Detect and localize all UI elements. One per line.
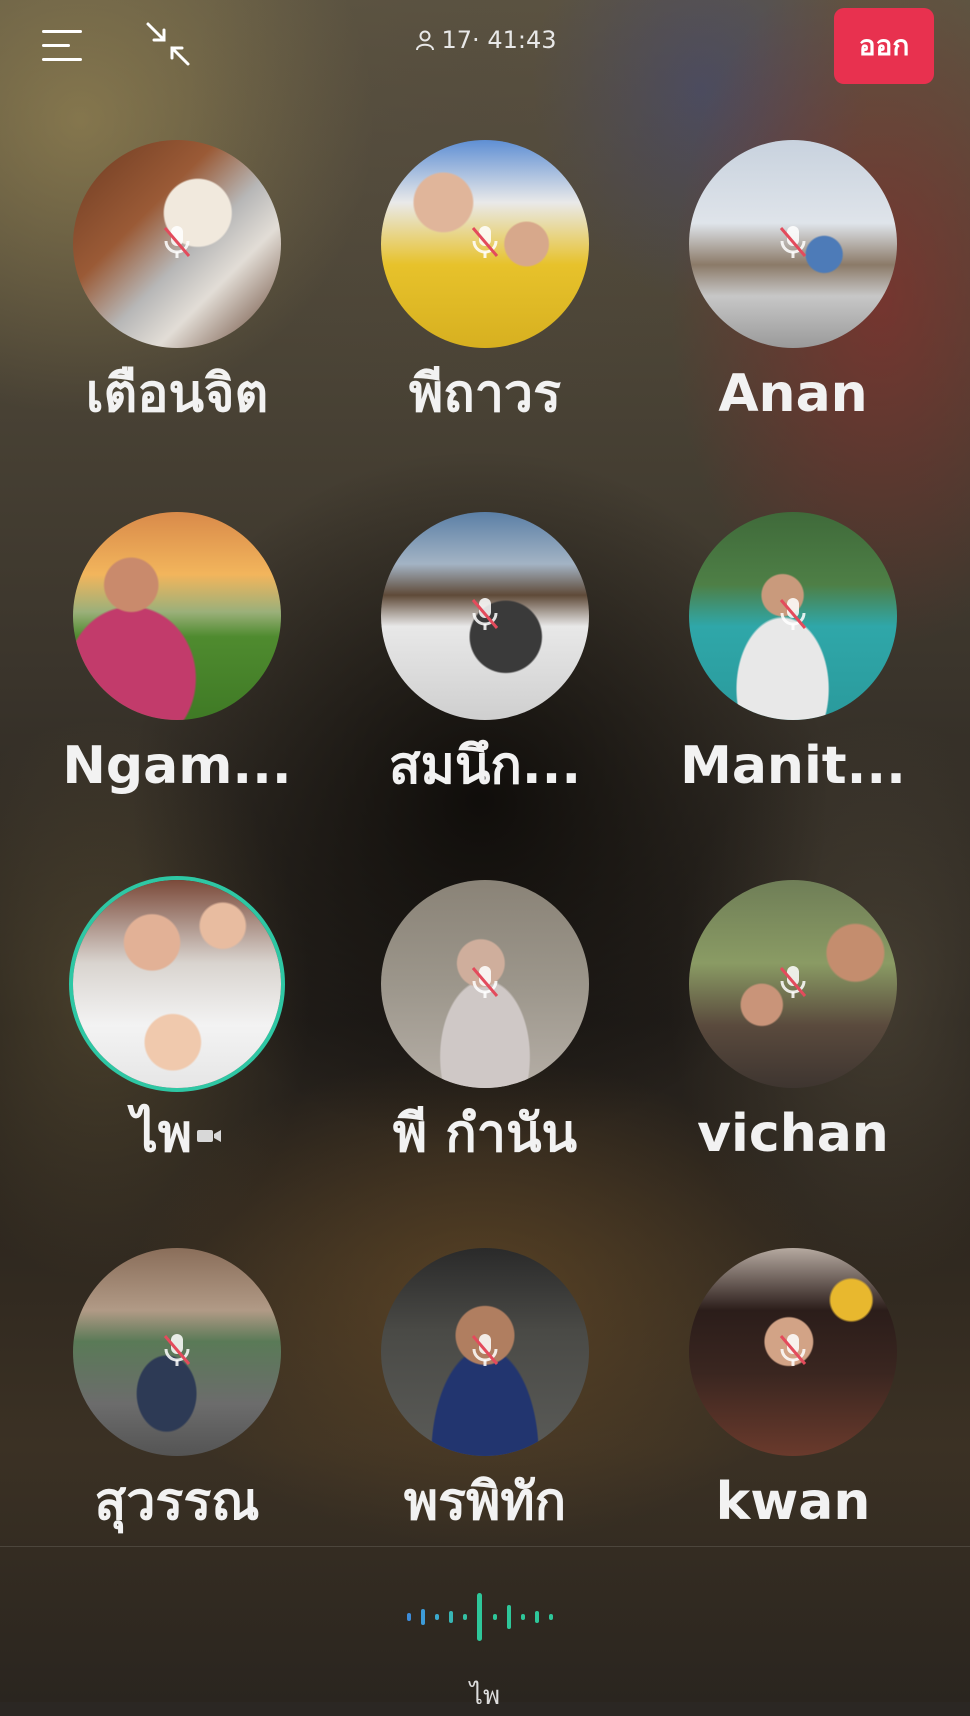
mic-off-icon	[471, 1334, 499, 1366]
audio-wave-icon[interactable]	[405, 1587, 565, 1647]
avatar-speaking	[73, 880, 281, 1088]
participant-name: vichan	[697, 1104, 889, 1164]
avatar	[689, 880, 897, 1088]
participant-tile[interactable]: พีถาวร	[335, 140, 635, 426]
mic-off-icon	[163, 226, 191, 258]
participant-tile[interactable]: vichan	[643, 880, 943, 1166]
participant-name: สุวรรณ	[94, 1472, 260, 1532]
participant-tile[interactable]: สมนึก...	[335, 512, 635, 798]
mic-off-icon	[471, 598, 499, 630]
avatar	[689, 140, 897, 348]
avatar	[381, 140, 589, 348]
participant-name: พรพิทัก	[403, 1472, 567, 1532]
room-status: 17· 41:43	[0, 26, 970, 54]
mic-off-icon	[163, 1334, 191, 1366]
mic-off-icon	[779, 1334, 807, 1366]
participant-tile[interactable]: ไพ	[27, 880, 327, 1166]
avatar	[381, 1248, 589, 1456]
current-speaker-label: ไพ	[469, 1681, 501, 1711]
mic-off-icon	[779, 966, 807, 998]
participant-name: kwan	[715, 1472, 871, 1532]
participant-tile[interactable]: พรพิทัก	[335, 1248, 635, 1534]
avatar	[73, 1248, 281, 1456]
avatar	[381, 880, 589, 1088]
participant-name: Manit...	[680, 736, 906, 796]
participant-tile[interactable]: สุวรรณ	[27, 1248, 327, 1534]
participant-tile[interactable]: Anan	[643, 140, 943, 426]
mic-off-icon	[779, 598, 807, 630]
participant-tile[interactable]: kwan	[643, 1248, 943, 1534]
participant-name: ไพ	[27, 1102, 327, 1166]
participant-tile[interactable]: เตือนจิต	[27, 140, 327, 426]
participant-name: Anan	[718, 364, 868, 424]
participant-name: สมนึก...	[388, 736, 582, 796]
mic-off-icon	[779, 226, 807, 258]
avatar	[73, 512, 281, 720]
avatar	[381, 512, 589, 720]
leave-button[interactable]: ออก	[834, 8, 934, 84]
avatar	[689, 1248, 897, 1456]
mic-off-icon	[471, 966, 499, 998]
participant-tile[interactable]: Manit...	[643, 512, 943, 798]
participant-name: พี กำนัน	[392, 1104, 578, 1164]
mic-off-icon	[471, 226, 499, 258]
call-timer: 41:43	[487, 26, 557, 54]
participant-name: เตือนจิต	[85, 364, 269, 424]
avatar	[689, 512, 897, 720]
listener-count: 17	[441, 26, 473, 54]
video-camera-icon	[197, 1130, 222, 1142]
top-bar: 17· 41:43 ออก	[0, 0, 970, 90]
person-icon	[415, 30, 434, 51]
participant-name: Ngam...	[62, 736, 292, 796]
participant-tile[interactable]: พี กำนัน	[335, 880, 635, 1166]
participant-name: พีถาวร	[408, 364, 562, 424]
participant-tile[interactable]: Ngam...	[27, 512, 327, 798]
bottom-bar: ไพ	[0, 1547, 970, 1711]
avatar	[73, 140, 281, 348]
